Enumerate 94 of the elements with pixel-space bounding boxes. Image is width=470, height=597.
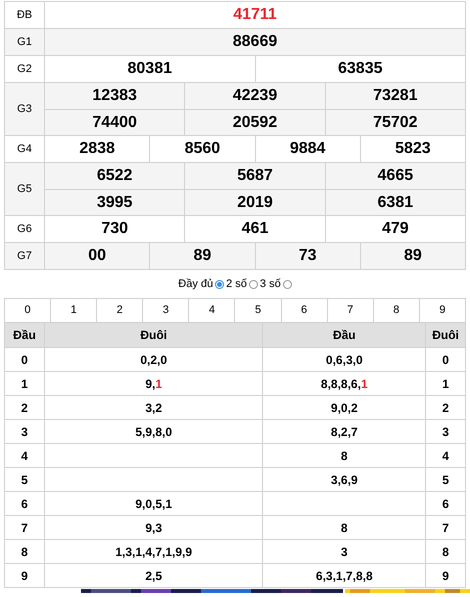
prize-label: G5 bbox=[5, 163, 45, 215]
table-cell: 4 bbox=[5, 444, 45, 468]
prize-number: 479 bbox=[324, 216, 465, 242]
table-cell: 2 bbox=[426, 396, 466, 420]
number-text: 9, bbox=[145, 376, 156, 392]
prize-label: G3 bbox=[5, 83, 45, 135]
prize-number: 3995 bbox=[96, 192, 134, 212]
table-cell: 3 bbox=[5, 420, 45, 444]
prize-number: 4665 bbox=[324, 163, 465, 189]
number-text: 1,3,1,4,7,1,9,9 bbox=[115, 544, 192, 560]
prize-number: 42239 bbox=[184, 83, 325, 109]
prize-number: 2019 bbox=[184, 190, 325, 215]
prize-number: 89 bbox=[360, 243, 465, 269]
prize-number: 9884 bbox=[254, 136, 360, 162]
number-text: 2,5 bbox=[145, 568, 162, 584]
table-cell: 8 bbox=[5, 540, 45, 564]
table-cell: 5 bbox=[5, 468, 45, 492]
column-header: Đầu bbox=[5, 323, 45, 348]
prize-number: 6381 bbox=[324, 190, 465, 215]
prize-number: 73 bbox=[254, 243, 360, 269]
digit-button[interactable]: 5 bbox=[235, 299, 282, 323]
prize-number: 2838 bbox=[78, 139, 116, 159]
number-text: 3,2 bbox=[145, 400, 162, 416]
number-text: 3,6,9 bbox=[330, 472, 358, 488]
prize-number: 88669 bbox=[232, 32, 278, 52]
radio-button[interactable] bbox=[282, 280, 292, 288]
radio-button[interactable] bbox=[215, 280, 224, 288]
number-text: 6,3,1,7,8,8 bbox=[316, 568, 373, 584]
prize-number: 80381 bbox=[126, 59, 173, 79]
prize-number: 5823 bbox=[360, 136, 465, 162]
digit-button[interactable]: 8 bbox=[374, 299, 420, 323]
prize-label: G7 bbox=[5, 243, 45, 269]
column-header: Đuôi bbox=[426, 323, 466, 348]
number-text: 8,2,7 bbox=[330, 424, 358, 440]
digit-button[interactable]: 3 bbox=[143, 299, 190, 323]
option-label: 3 số bbox=[260, 276, 281, 292]
number-text: 1 bbox=[360, 376, 368, 392]
table-cell: 0 bbox=[426, 348, 466, 372]
number-text: 1 bbox=[155, 376, 162, 392]
table-cell: 1 bbox=[5, 372, 45, 396]
prize-number: 8560 bbox=[149, 136, 254, 162]
number-text: 5,9,8,0 bbox=[135, 424, 172, 440]
table-cell: 9 bbox=[426, 564, 466, 588]
number-text: 8 bbox=[340, 520, 348, 536]
table-cell: 9 bbox=[5, 564, 45, 588]
column-header: Đuôi bbox=[44, 323, 264, 348]
table-cell: 1 bbox=[426, 372, 466, 396]
prize-number: 00 bbox=[87, 246, 108, 266]
table-cell: 7 bbox=[426, 516, 466, 540]
table-cell: 5 bbox=[426, 468, 466, 492]
prize-label: G4 bbox=[5, 136, 45, 162]
prize-number: 20592 bbox=[184, 110, 325, 135]
digit-button[interactable]: 2 bbox=[97, 299, 144, 323]
number-text: 9,0,5,1 bbox=[135, 496, 172, 512]
digit-button[interactable]: 7 bbox=[328, 299, 374, 323]
option-label: 2 số bbox=[226, 276, 247, 292]
table-cell: 2 bbox=[5, 396, 45, 420]
number-text: 0,6,3,0 bbox=[326, 352, 363, 368]
prize-number: 89 bbox=[149, 243, 254, 269]
digit-button[interactable]: 9 bbox=[420, 299, 466, 323]
table-cell: 8 bbox=[426, 540, 466, 564]
table-cell: 7 bbox=[5, 516, 45, 540]
prize-number: 73281 bbox=[324, 83, 465, 109]
number-text: 8 bbox=[340, 448, 348, 464]
prize-number: 730 bbox=[100, 219, 130, 239]
digit-button[interactable]: 6 bbox=[282, 299, 328, 323]
prize-number: 5687 bbox=[184, 163, 325, 189]
column-header: Đầu bbox=[263, 323, 426, 348]
prize-label: G2 bbox=[5, 56, 45, 82]
number-text: 8,8,8,6, bbox=[320, 376, 361, 392]
option-label: Đầy đủ bbox=[178, 276, 214, 292]
prize-label: ĐB bbox=[5, 2, 45, 28]
number-text: 0,2,0 bbox=[140, 352, 168, 368]
table-cell: 4 bbox=[426, 444, 466, 468]
radio-button[interactable] bbox=[248, 280, 258, 288]
table-cell: 3 bbox=[426, 420, 466, 444]
number-text: 9,3 bbox=[145, 520, 162, 536]
prize-number: 74400 bbox=[91, 112, 138, 132]
number-text: 3 bbox=[340, 544, 348, 560]
digit-button[interactable]: 0 bbox=[5, 299, 52, 323]
table-cell: 0 bbox=[5, 348, 45, 372]
prize-number: 12383 bbox=[91, 86, 138, 106]
prize-label: G6 bbox=[5, 216, 45, 242]
prize-number: 461 bbox=[184, 216, 325, 242]
digit-button[interactable]: 4 bbox=[189, 299, 236, 323]
prize-label: G1 bbox=[5, 29, 45, 55]
prize-number: 63835 bbox=[254, 56, 465, 82]
prize-number: 75702 bbox=[324, 110, 465, 135]
number-text: 9,0,2 bbox=[330, 400, 358, 416]
digit-button[interactable]: 1 bbox=[51, 299, 98, 323]
table-cell: 6 bbox=[426, 492, 466, 516]
prize-number: 6522 bbox=[96, 166, 134, 186]
table-cell: 6 bbox=[5, 492, 45, 516]
prize-number: 41711 bbox=[232, 5, 278, 25]
